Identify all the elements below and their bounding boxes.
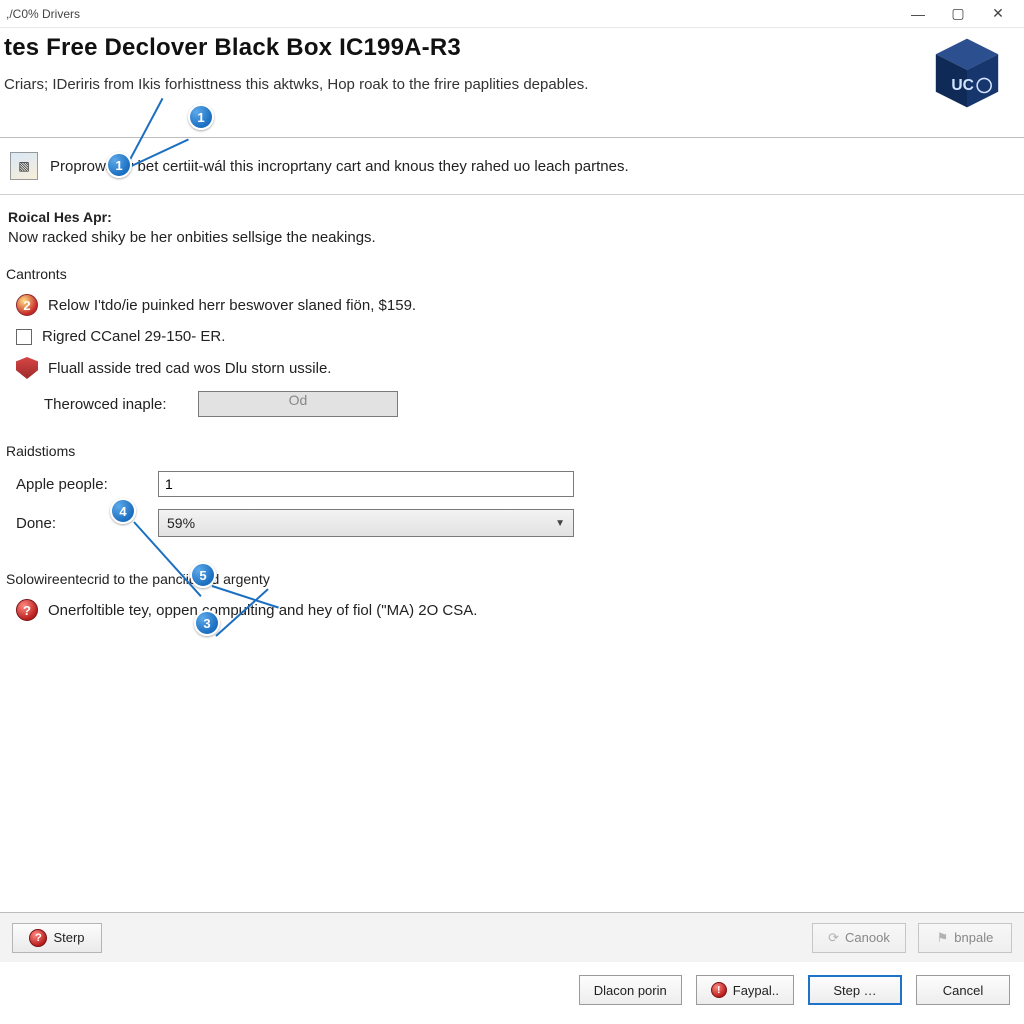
cantronts-shield-row: Fluall asside tred cad wos Dlu storn uss… [0, 351, 1024, 385]
checkbox[interactable] [16, 329, 32, 345]
roical-section: Roical Hes Apr: Now racked shiky be her … [0, 195, 1024, 246]
done-select[interactable]: 59% ▼ [158, 509, 574, 537]
therowced-input[interactable]: Od [198, 391, 398, 417]
callout-1b: 1 [106, 152, 132, 178]
canook-label: Canook [845, 930, 890, 945]
bnpale-label: bnpale [954, 930, 993, 945]
flag-icon: ⚑ [937, 930, 949, 946]
done-select-value: 59% [167, 515, 195, 531]
error-icon: ! [711, 982, 727, 998]
canook-button[interactable]: ⟳ Canook [812, 923, 906, 953]
info-row: ▧ Proprows dy bet certiit-wál this incro… [0, 138, 1024, 194]
step-label: Step … [833, 983, 876, 998]
callout-4: 4 [110, 498, 136, 524]
faypal-label: Faypal.. [733, 983, 779, 998]
cantronts-checkbox-row[interactable]: Rigred CCanel 29-150- ER. [0, 322, 1024, 351]
question-icon: ? [16, 599, 38, 621]
svg-text:UC: UC [951, 77, 974, 94]
therowced-row: Therowced inaple: Od [0, 385, 1024, 423]
cantronts-checkbox-text: Rigred CCanel 29-150- ER. [42, 328, 225, 345]
cancel-label: Cancel [943, 983, 983, 998]
callout-1a: 1 [188, 104, 214, 130]
cantronts-label: Cantronts [6, 266, 1024, 282]
apple-people-input[interactable] [158, 471, 574, 497]
shield-icon [16, 357, 38, 379]
apple-people-row: Apple people: [0, 465, 1024, 503]
cantronts-warning-row: 2 Relow I'tdo/ie puinked herr beswover s… [0, 288, 1024, 322]
callout-3: 3 [194, 610, 220, 636]
maximize-button[interactable]: ▢ [938, 2, 978, 26]
picture-icon: ▧ [10, 152, 38, 180]
page-title: tes Free Declover Black Box IC199A-R3 [4, 34, 928, 62]
dlacon-label: Dlacon porin [594, 983, 667, 998]
therowced-label: Therowced inaple: [44, 396, 184, 413]
apple-people-label: Apple people: [16, 476, 144, 493]
done-row: Done: 59% ▼ [0, 503, 1024, 543]
logo-cube-icon: UC [928, 34, 1014, 115]
chevron-down-icon: ▼ [555, 518, 565, 529]
solow-row: ? Onerfoltible tey, oppen compulting and… [0, 593, 1024, 627]
roical-text: Now racked shiky be her onbities sellsig… [8, 229, 1016, 246]
raidstioms-label: Raidstioms [6, 443, 1024, 459]
window-title: ,/C0% Drivers [6, 7, 898, 21]
bnpale-button[interactable]: ⚑ bnpale [918, 923, 1012, 953]
faypal-button[interactable]: ! Faypal.. [696, 975, 794, 1005]
question-icon: ? [29, 929, 47, 947]
cantronts-shield-text: Fluall asside tred cad wos Dlu storn uss… [48, 360, 331, 377]
cantronts-warning-text: Relow I'tdo/ie puinked herr beswover sla… [48, 297, 416, 314]
cancel-button[interactable]: Cancel [916, 975, 1010, 1005]
close-button[interactable]: ✕ [978, 2, 1018, 26]
minimize-button[interactable]: — [898, 2, 938, 26]
warning-icon: 2 [16, 294, 38, 316]
callout-5: 5 [190, 562, 216, 588]
step-button[interactable]: Step … [808, 975, 902, 1005]
footer-lower: Dlacon porin ! Faypal.. Step … Cancel [0, 966, 1024, 1014]
refresh-icon: ⟳ [828, 930, 839, 946]
dlacon-button[interactable]: Dlacon porin [579, 975, 682, 1005]
solow-label: Solowireentecrid to the panciicand argen… [6, 571, 1024, 587]
footer-upper: ? Sterp ⟳ Canook ⚑ bnpale [0, 912, 1024, 962]
page-subtitle: Criars; IDeriris from Ikis forhisttness … [4, 76, 928, 93]
window-controls: — ▢ ✕ [898, 2, 1018, 26]
info-text: Proprows dy bet certiit-wál this incropr… [50, 158, 629, 175]
solow-text: Onerfoltible tey, oppen compulting and h… [48, 602, 477, 619]
roical-title: Roical Hes Apr: [8, 209, 1016, 225]
titlebar: ,/C0% Drivers — ▢ ✕ [0, 0, 1024, 28]
sterp-label: Sterp [53, 930, 84, 945]
sterp-button[interactable]: ? Sterp [12, 923, 102, 953]
